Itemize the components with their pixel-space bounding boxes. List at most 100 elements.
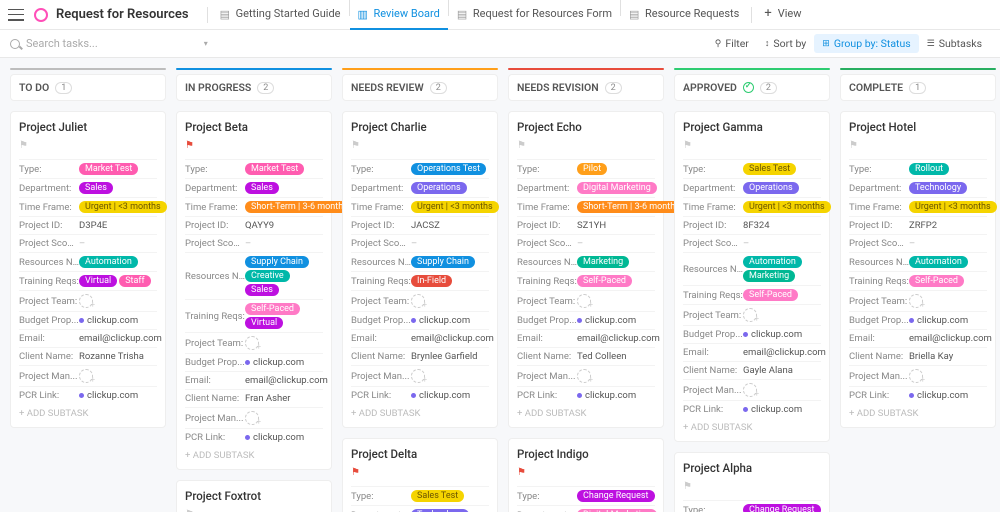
field-row: Project ID:8F324 <box>683 216 821 234</box>
assignee-avatar[interactable] <box>577 294 591 308</box>
tag: Pilot <box>577 163 607 175</box>
assignee-avatar[interactable] <box>411 294 425 308</box>
add-view-button[interactable]: +View <box>756 0 809 30</box>
link[interactable]: clickup.com <box>743 404 802 415</box>
field-row: Project Man... <box>351 365 489 386</box>
priority-flag-icon[interactable]: ⚑ <box>19 140 157 151</box>
task-card[interactable]: Project Hotel⚑Type:RolloutDepartment:Tec… <box>840 111 996 428</box>
tag: Marketing <box>743 270 795 282</box>
doc-icon: ▤ <box>629 8 641 20</box>
menu-icon[interactable] <box>8 9 24 21</box>
field-row: Resources N...Automation <box>849 252 987 271</box>
priority-flag-icon[interactable]: ⚑ <box>683 481 821 492</box>
priority-flag-icon[interactable]: ⚑ <box>683 140 821 151</box>
add-subtask-button[interactable]: + ADD SUBTASK <box>19 404 157 419</box>
sort-button[interactable]: ↕Sort by <box>757 34 814 53</box>
field-row: Budget Prop...clickup.com <box>849 311 987 329</box>
task-card[interactable]: Project Delta⚑Type:Sales TestDepartment:… <box>342 438 498 512</box>
assignee-avatar[interactable] <box>79 294 93 308</box>
group-by-button[interactable]: ⊞Group by: Status <box>814 34 918 53</box>
assignee-avatar[interactable] <box>743 308 757 322</box>
task-card[interactable]: Project Charlie⚑Type:Operations TestDepa… <box>342 111 498 428</box>
priority-flag-icon[interactable]: ⚑ <box>351 467 489 478</box>
assignee-avatar[interactable] <box>577 369 591 383</box>
assignee-avatar[interactable] <box>743 383 757 397</box>
task-card[interactable]: Project Beta⚑Type:Market TestDepartment:… <box>176 111 332 470</box>
field-row: Project ID:QAYY9 <box>185 216 323 234</box>
add-subtask-button[interactable]: + ADD SUBTASK <box>683 418 821 433</box>
priority-flag-icon[interactable]: ⚑ <box>517 467 655 478</box>
task-card[interactable]: Project Gamma⚑Type:Sales TestDepartment:… <box>674 111 830 442</box>
assignee-avatar[interactable] <box>909 294 923 308</box>
column-header[interactable]: IN PROGRESS2 <box>176 74 332 101</box>
card-title: Project Beta <box>185 120 323 134</box>
link[interactable]: clickup.com <box>909 390 968 401</box>
count-badge: 2 <box>257 82 274 94</box>
column-header[interactable]: APPROVED2 <box>674 74 830 101</box>
field-row: Project Man... <box>683 379 821 400</box>
field-row: Email:email@clickup.com <box>683 343 821 361</box>
tag: Sales <box>245 284 279 296</box>
add-subtask-button[interactable]: + ADD SUBTASK <box>351 404 489 419</box>
filter-button[interactable]: ⚲Filter <box>707 34 757 53</box>
link[interactable]: clickup.com <box>411 315 470 326</box>
card-title: Project Hotel <box>849 120 987 134</box>
field-row: Client Name:Rozanne Trisha <box>19 347 157 365</box>
tag: Sales Test <box>743 163 796 175</box>
tab-getting-started-guide[interactable]: ▤Getting Started Guide <box>212 0 349 30</box>
field-row: Resources N...AutomationMarketing <box>683 252 821 285</box>
assignee-avatar[interactable] <box>909 369 923 383</box>
tab-resource-requests[interactable]: ▤Resource Requests <box>621 0 747 30</box>
task-card[interactable]: Project Alpha⚑Type:Change Request <box>674 452 830 512</box>
link[interactable]: clickup.com <box>245 432 304 443</box>
tag: Technology <box>909 182 967 194</box>
priority-flag-icon[interactable]: ⚑ <box>849 140 987 151</box>
add-subtask-button[interactable]: + ADD SUBTASK <box>517 404 655 419</box>
task-card[interactable]: Project Indigo⚑Type:Change RequestDepart… <box>508 438 664 512</box>
count-badge: 1 <box>909 82 926 94</box>
priority-flag-icon[interactable]: ⚑ <box>185 140 323 151</box>
task-card[interactable]: Project Juliet⚑Type:Market TestDepartmen… <box>10 111 166 428</box>
priority-flag-icon[interactable]: ⚑ <box>517 140 655 151</box>
task-card[interactable]: Project Foxtrot⚑Type:Rollout <box>176 480 332 512</box>
link[interactable]: clickup.com <box>909 315 968 326</box>
doc-icon: ▤ <box>220 8 232 20</box>
field-row: Budget Prop...clickup.com <box>19 311 157 329</box>
link[interactable]: clickup.com <box>411 390 470 401</box>
add-subtask-button[interactable]: + ADD SUBTASK <box>185 446 323 461</box>
subtasks-button[interactable]: ☰Subtasks <box>919 34 990 53</box>
chevron-down-icon[interactable]: ▾ <box>204 39 208 48</box>
assignee-avatar[interactable] <box>411 369 425 383</box>
field-row: Client Name:Ted Colleen <box>517 347 655 365</box>
field-row: Project ID:SZ1YH <box>517 216 655 234</box>
assignee-avatar[interactable] <box>245 336 259 350</box>
tag: Market Test <box>79 163 138 175</box>
link[interactable]: clickup.com <box>577 390 636 401</box>
field-row: Department:Digital Marketing <box>517 505 655 512</box>
priority-flag-icon[interactable]: ⚑ <box>351 140 489 151</box>
assignee-avatar[interactable] <box>79 369 93 383</box>
field-row: Department:Sales <box>185 178 323 197</box>
field-row: Project Scope:– <box>351 234 489 252</box>
link[interactable]: clickup.com <box>79 315 138 326</box>
tab-request-for-resources-form[interactable]: ▤Request for Resources Form <box>449 0 620 30</box>
link[interactable]: clickup.com <box>577 315 636 326</box>
column-header[interactable]: NEEDS REVISION2 <box>508 74 664 101</box>
column-header[interactable]: COMPLETE1 <box>840 74 996 101</box>
field-row: Time Frame:Urgent | <3 months <box>351 197 489 216</box>
link[interactable]: clickup.com <box>743 329 802 340</box>
assignee-avatar[interactable] <box>245 411 259 425</box>
search-input[interactable]: Search tasks... ▾ <box>10 37 208 50</box>
link[interactable]: clickup.com <box>79 390 138 401</box>
card-title: Project Juliet <box>19 120 157 134</box>
tab-review-board[interactable]: ▥Review Board <box>350 0 448 30</box>
column-header[interactable]: TO DO1 <box>10 74 166 101</box>
add-subtask-button[interactable]: + ADD SUBTASK <box>849 404 987 419</box>
field-row: PCR Link:clickup.com <box>683 400 821 418</box>
link[interactable]: clickup.com <box>245 357 304 368</box>
card-title: Project Echo <box>517 120 655 134</box>
column-header[interactable]: NEEDS REVIEW2 <box>342 74 498 101</box>
tag: Sales <box>79 182 113 194</box>
field-row: Client Name:Briella Kay <box>849 347 987 365</box>
task-card[interactable]: Project Echo⚑Type:PilotDepartment:Digita… <box>508 111 664 428</box>
